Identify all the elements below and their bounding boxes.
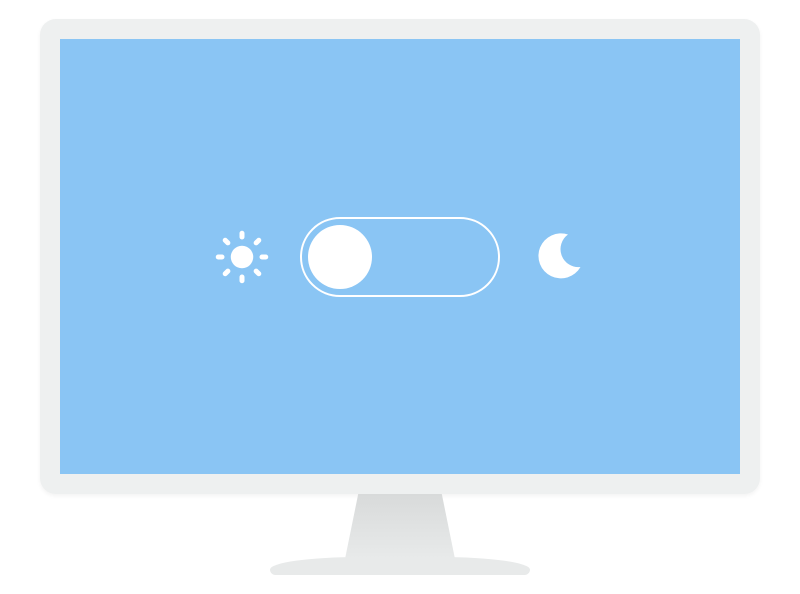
sun-icon [212,227,272,287]
monitor-base [270,557,530,575]
monitor-frame [40,19,760,494]
moon-icon [528,227,588,287]
monitor-neck [345,494,455,559]
toggle-handle [308,225,372,289]
monitor-device [40,19,760,575]
screen [60,39,740,474]
theme-toggle[interactable] [300,217,500,297]
